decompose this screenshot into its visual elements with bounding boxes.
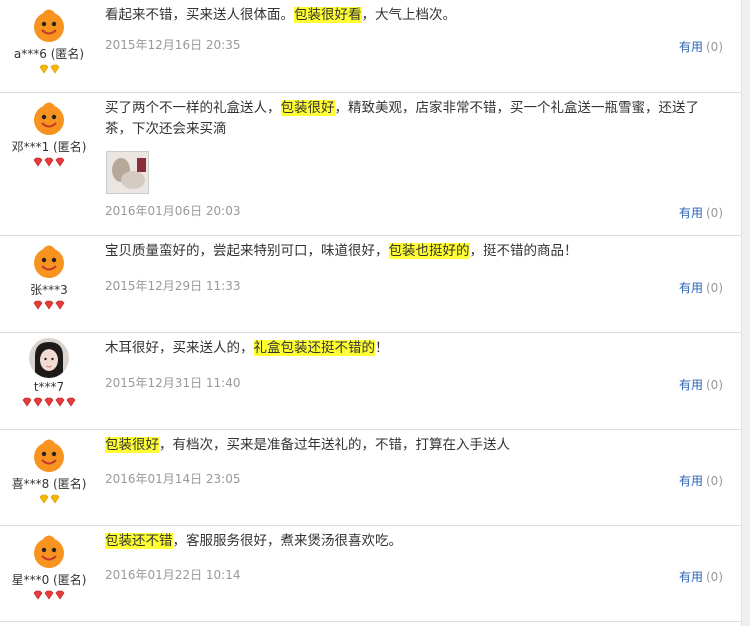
review-text-part: ，客服服务很好，煮来煲汤很喜欢吃。 [172, 533, 403, 549]
useful-count: (0) [706, 206, 723, 220]
review-list: a***6 (匿名) 看起来不错，买来送人很体面。包装很好看，大气上档次。 20… [0, 0, 750, 622]
reviewer-level-badge [0, 494, 98, 505]
reviewer-level-badge [0, 157, 98, 168]
red-gem-icon [44, 590, 54, 600]
orange-mascot-avatar-icon[interactable] [29, 98, 69, 138]
review-text-part: 看起来不错，买来送人很体面。 [105, 7, 294, 23]
review-item: a***6 (匿名) 看起来不错，买来送人很体面。包装很好看，大气上档次。 20… [0, 0, 750, 93]
review-date: 2016年01月14日 23:05 [105, 472, 241, 486]
useful-button[interactable]: 有用 (0) [679, 568, 723, 585]
useful-label[interactable]: 有用 [679, 474, 703, 488]
useful-count: (0) [706, 378, 723, 392]
reviewer-level-badge [0, 590, 98, 601]
useful-button[interactable]: 有用 (0) [679, 204, 723, 221]
vertical-scrollbar[interactable] [741, 0, 750, 626]
review-text-part: ，大气上档次。 [361, 7, 457, 23]
review-text-part: 宝贝质量蛮好的，尝起来特别可口，味道很好， [105, 243, 389, 259]
keyword-highlight: 包装很好看 [294, 7, 362, 23]
review-item: t***7 木耳很好，买来送人的，礼盒包装还挺不错的！ 2015年12月31日 … [0, 333, 750, 430]
red-gem-icon [66, 397, 76, 407]
red-gem-icon [44, 397, 54, 407]
red-gem-icon [33, 397, 43, 407]
red-gem-icon [55, 397, 65, 407]
review-date: 2016年01月06日 20:03 [105, 204, 241, 218]
review-text: 看起来不错，买来送人很体面。包装很好看，大气上档次。 [105, 5, 720, 26]
reviewer-info: 喜***8 (匿名) [0, 430, 98, 505]
reviewer-name: 张***3 [30, 283, 68, 297]
red-gem-icon [44, 157, 54, 167]
review-text: 宝贝质量蛮好的，尝起来特别可口，味道很好，包装也挺好的，挺不错的商品！ [105, 241, 720, 262]
reviewer-level-badge [0, 397, 98, 408]
orange-mascot-avatar-icon[interactable] [29, 531, 69, 571]
useful-label[interactable]: 有用 [679, 378, 703, 392]
reviewer-level-badge [0, 64, 98, 75]
red-gem-icon [33, 590, 43, 600]
useful-button[interactable]: 有用 (0) [679, 38, 723, 55]
useful-button[interactable]: 有用 (0) [679, 472, 723, 489]
review-item: 喜***8 (匿名) 包装很好，有档次，买来是准备过年送礼的，不错，打算在入手送… [0, 430, 750, 526]
review-text-part: 木耳很好，买来送人的， [105, 340, 254, 356]
useful-count: (0) [706, 570, 723, 584]
reviewer-name: 星***0 (匿名) [11, 573, 87, 587]
reviewer-info: 张***3 [0, 236, 98, 311]
gold-gem-icon [50, 494, 59, 504]
reviewer-info: t***7 [0, 333, 98, 408]
review-text: 包装很好，有档次，买来是准备过年送礼的，不错，打算在入手送人 [105, 435, 720, 456]
gold-gem-icon [39, 494, 48, 504]
red-gem-icon [22, 397, 32, 407]
gold-gem-icon [39, 64, 48, 74]
useful-label[interactable]: 有用 [679, 570, 703, 584]
useful-button[interactable]: 有用 (0) [679, 279, 723, 296]
reviewer-level-badge [0, 300, 98, 311]
reviewer-name: 邓***1 (匿名) [11, 140, 87, 154]
review-text: 买了两个不一样的礼盒送人，包装很好，精致美观，店家非常不错，买一个礼盒送一瓶雪蜜… [105, 98, 720, 140]
useful-count: (0) [706, 281, 723, 295]
orange-mascot-avatar-icon[interactable] [29, 435, 69, 475]
orange-mascot-avatar-icon[interactable] [29, 5, 69, 45]
review-date: 2015年12月31日 11:40 [105, 376, 241, 390]
useful-count: (0) [706, 40, 723, 54]
review-text-part: 买了两个不一样的礼盒送人， [105, 100, 281, 116]
photo-avatar-icon[interactable] [29, 338, 69, 378]
review-text-part: ！ [375, 340, 389, 356]
reviewer-name: t***7 [33, 380, 65, 394]
red-gem-icon [55, 300, 65, 310]
red-gem-icon [44, 300, 54, 310]
useful-label[interactable]: 有用 [679, 40, 703, 54]
reviewer-info: a***6 (匿名) [0, 0, 98, 75]
red-gem-icon [33, 300, 43, 310]
red-gem-icon [55, 590, 65, 600]
red-gem-icon [33, 157, 43, 167]
review-text: 包装还不错，客服服务很好，煮来煲汤很喜欢吃。 [105, 531, 720, 552]
review-date: 2016年01月22日 10:14 [105, 568, 241, 582]
keyword-highlight: 包装很好 [105, 437, 159, 453]
review-date: 2015年12月16日 20:35 [105, 38, 241, 52]
review-text-part: ，挺不错的商品！ [469, 243, 578, 259]
review-text: 木耳很好，买来送人的，礼盒包装还挺不错的！ [105, 338, 720, 359]
review-photo-thumbnail[interactable] [106, 151, 149, 194]
orange-mascot-avatar-icon[interactable] [29, 241, 69, 281]
reviewer-name: 喜***8 (匿名) [11, 477, 87, 491]
reviewer-name: a***6 (匿名) [13, 47, 85, 61]
useful-label[interactable]: 有用 [679, 281, 703, 295]
useful-label[interactable]: 有用 [679, 206, 703, 220]
photo-thumbnail-image [107, 152, 148, 193]
gold-gem-icon [50, 64, 59, 74]
keyword-highlight: 包装也挺好的 [388, 243, 470, 259]
reviewer-info: 星***0 (匿名) [0, 526, 98, 601]
review-text-part: ，有档次，买来是准备过年送礼的，不错，打算在入手送人 [159, 437, 510, 453]
reviewer-info: 邓***1 (匿名) [0, 93, 98, 168]
keyword-highlight: 包装很好 [280, 100, 335, 116]
review-item: 星***0 (匿名) 包装还不错，客服服务很好，煮来煲汤很喜欢吃。 2016年0… [0, 526, 750, 622]
keyword-highlight: 包装还不错 [105, 533, 173, 549]
useful-count: (0) [706, 474, 723, 488]
red-gem-icon [55, 157, 65, 167]
useful-button[interactable]: 有用 (0) [679, 376, 723, 393]
review-item: 张***3 宝贝质量蛮好的，尝起来特别可口，味道很好，包装也挺好的，挺不错的商品… [0, 236, 750, 333]
keyword-highlight: 礼盒包装还挺不错的 [253, 340, 375, 356]
review-item: 邓***1 (匿名) 买了两个不一样的礼盒送人，包装很好，精致美观，店家非常不错… [0, 93, 750, 236]
review-date: 2015年12月29日 11:33 [105, 279, 241, 293]
